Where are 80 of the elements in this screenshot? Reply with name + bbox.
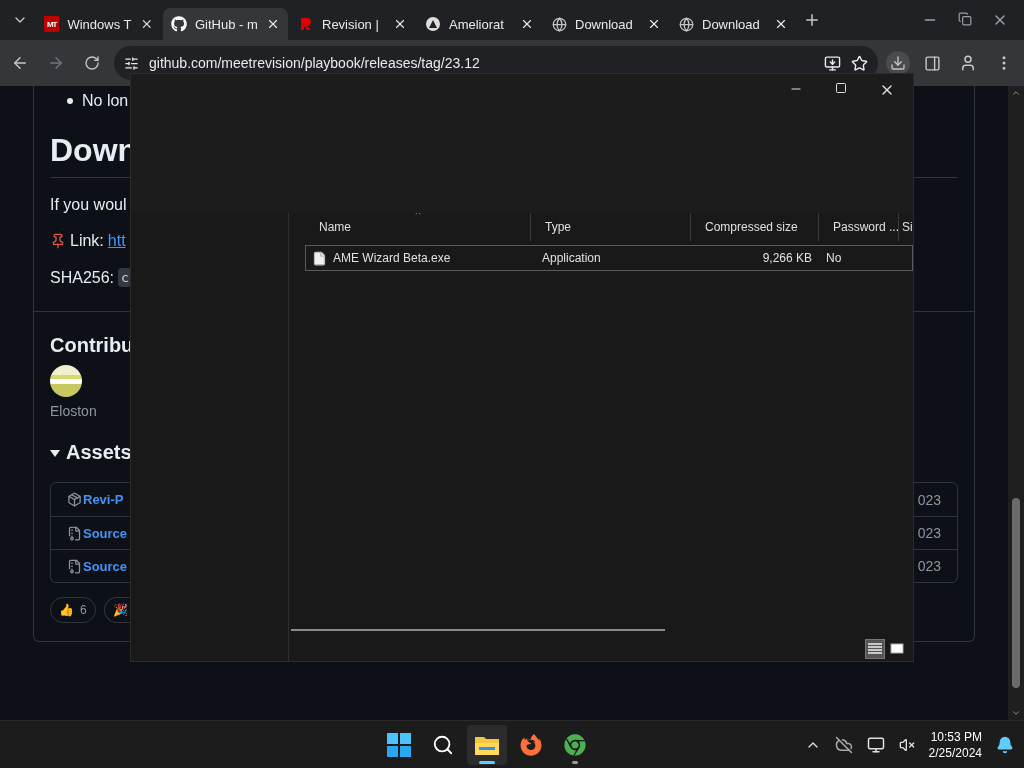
- taskbar-app-button[interactable]: [467, 724, 508, 765]
- new-tab-icon[interactable]: [803, 11, 821, 29]
- package-icon: [67, 492, 82, 507]
- link-label: Link:: [70, 232, 104, 250]
- scroll-up-icon[interactable]: [1011, 88, 1021, 98]
- restore-icon[interactable]: [958, 12, 972, 26]
- site-info-icon[interactable]: [124, 55, 139, 71]
- browser-tab[interactable]: Download: [671, 8, 796, 40]
- column-header[interactable]: Si: [899, 213, 913, 241]
- browser-tab[interactable]: GitHub - m: [163, 8, 288, 40]
- muted-speaker-icon[interactable]: [898, 736, 915, 753]
- globe-icon: [679, 16, 694, 32]
- avatar[interactable]: [50, 365, 82, 397]
- bullet-icon: [67, 98, 73, 104]
- maximize-icon[interactable]: [835, 82, 847, 94]
- firefox-icon: [520, 733, 543, 756]
- github-icon: [171, 16, 187, 32]
- downloads-button[interactable]: [886, 51, 910, 75]
- list-item-text: No lon: [82, 92, 129, 110]
- clock[interactable]: 10:53 PM 2/25/2024: [928, 728, 982, 761]
- column-header[interactable]: Name: [305, 213, 531, 241]
- asset-link[interactable]: Source: [83, 525, 128, 541]
- file-name: AME Wizard Beta.exe: [333, 251, 451, 265]
- download-icon: [890, 55, 906, 71]
- globe-icon: [552, 16, 567, 32]
- chrome-icon: [564, 733, 587, 756]
- close-icon[interactable]: [393, 17, 407, 31]
- forward-arrow-icon[interactable]: [47, 54, 65, 72]
- reaction-emoji: 🎉: [112, 603, 128, 617]
- browser-tab[interactable]: MT Windows T: [36, 8, 161, 40]
- reload-icon[interactable]: [84, 55, 100, 71]
- bookmark-star-icon[interactable]: [851, 54, 868, 72]
- paragraph-text: If you woul: [50, 196, 127, 214]
- column-header[interactable]: Password ...: [819, 213, 899, 241]
- network-icon[interactable]: [866, 735, 885, 754]
- close-icon[interactable]: [266, 17, 280, 31]
- contributor-name[interactable]: Eloston: [50, 403, 97, 419]
- reaction-count: 6: [80, 603, 87, 617]
- sha-label: SHA256:: [50, 268, 115, 287]
- install-app-icon[interactable]: [824, 54, 841, 72]
- notification-bell-icon[interactable]: [996, 735, 1014, 754]
- column-header[interactable]: Compressed size: [691, 213, 819, 241]
- horizontal-scrollbar[interactable]: [291, 629, 665, 631]
- browser-tab[interactable]: Ameliorat: [417, 8, 542, 40]
- asset-link[interactable]: Revi-P: [83, 492, 124, 507]
- scroll-down-icon[interactable]: [1011, 708, 1021, 718]
- compressed-size: 9,266 KB: [762, 251, 812, 265]
- scrollbar-thumb[interactable]: [1012, 498, 1020, 688]
- file-row[interactable]: AME Wizard Beta.exe Application 9,266 KB No: [305, 245, 913, 271]
- archive-icon: [67, 558, 82, 574]
- profile-icon[interactable]: [959, 54, 977, 72]
- close-icon[interactable]: [647, 17, 661, 31]
- close-icon[interactable]: [520, 17, 534, 31]
- details-view-button[interactable]: [865, 639, 885, 659]
- triangle-icon[interactable]: [50, 447, 60, 458]
- browser-tab[interactable]: Revision |: [290, 8, 415, 40]
- file-icon: [312, 250, 327, 266]
- asset-date: 023: [917, 491, 941, 508]
- file-type: Application: [542, 251, 601, 265]
- browser-tab[interactable]: Download: [544, 8, 669, 40]
- archive-icon: [67, 525, 82, 541]
- tab-favicon-icon: [425, 16, 441, 32]
- tab-favicon-icon: [298, 16, 314, 32]
- assets-heading[interactable]: Assets: [66, 441, 132, 464]
- tab-favicon-logo: MT: [44, 16, 60, 32]
- asset-link[interactable]: Source: [83, 558, 128, 574]
- pin-icon: [50, 233, 66, 249]
- cloud-off-icon[interactable]: [834, 735, 853, 754]
- reaction-emoji: 👍: [59, 603, 74, 617]
- contributors-heading: Contribu: [50, 334, 135, 357]
- download-link[interactable]: htt: [107, 232, 126, 250]
- asset-date: 023: [917, 525, 941, 541]
- password-value: No: [826, 251, 842, 265]
- folder-icon: [475, 734, 500, 755]
- column-header[interactable]: Type: [531, 213, 691, 241]
- side-panel-icon[interactable]: [923, 54, 941, 72]
- asset-date: 023: [917, 558, 941, 574]
- close-icon[interactable]: [774, 17, 788, 31]
- search-icon: [432, 733, 455, 756]
- windows-logo-icon: [387, 732, 412, 757]
